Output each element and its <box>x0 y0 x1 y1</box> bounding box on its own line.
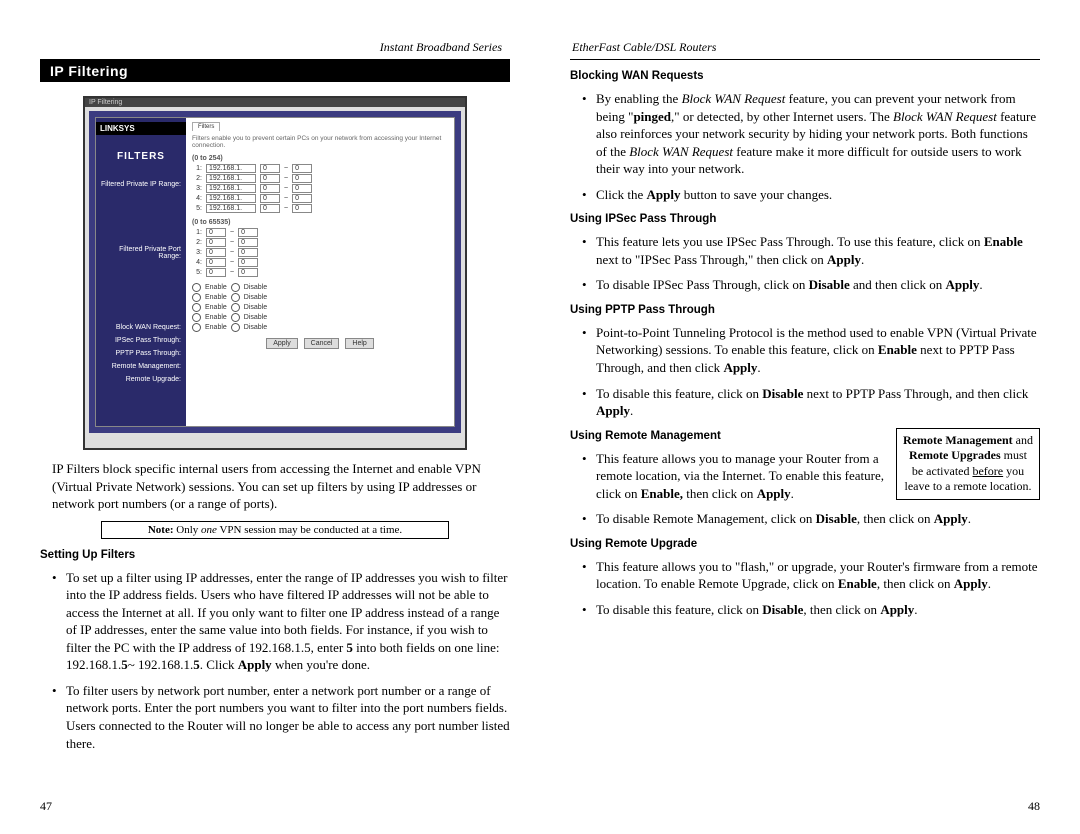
ip-from-3[interactable]: 192.168.1. <box>206 184 256 193</box>
disable-label: Disable <box>244 284 267 291</box>
ip-to-1-oct[interactable]: 0 <box>292 164 312 173</box>
ip-from-1-oct[interactable]: 0 <box>260 164 280 173</box>
heading-pptp: Using PPTP Pass Through <box>570 304 1040 316</box>
filters-heading: FILTERS <box>96 141 186 178</box>
ip-from-3-oct[interactable]: 0 <box>260 184 280 193</box>
port-to-4[interactable]: 0 <box>238 258 258 267</box>
bullet-port-filter: To filter users by network port number, … <box>56 682 510 752</box>
bullet-rmgmt-disable: To disable Remote Management, click on D… <box>586 510 1040 528</box>
bullet-block-wan-apply: Click the Apply button to save your chan… <box>586 186 1040 204</box>
tab-filters[interactable]: Filters <box>192 122 220 131</box>
bullet-block-wan-desc: By enabling the Block WAN Request featur… <box>586 90 1040 178</box>
heading-remote-upg: Using Remote Upgrade <box>570 538 1040 550</box>
heading-block-wan: Blocking WAN Requests <box>570 70 1040 82</box>
pptp-enable-radio[interactable] <box>192 303 201 312</box>
side-ip-range: Filtered Private IP Range: <box>96 178 186 191</box>
bullet-pptp-disable: To disable this feature, click on Disabl… <box>586 385 1040 420</box>
bullet-pptp-enable: Point-to-Point Tunneling Protocol is the… <box>586 324 1040 377</box>
ip-to-4-oct[interactable]: 0 <box>292 194 312 203</box>
page-number-left: 47 <box>40 799 52 814</box>
bullet-ipsec-enable: This feature lets you use IPSec Pass Thr… <box>586 233 1040 268</box>
ip-from-5[interactable]: 192.168.1. <box>206 204 256 213</box>
intro-para: IP Filters block specific internal users… <box>52 460 498 513</box>
header-rule-right <box>570 59 1040 60</box>
side-remote-upg: Remote Upgrade: <box>96 373 186 386</box>
embedded-screenshot: IP Filtering LINKSYS FILTERS Filtered Pr… <box>83 96 467 450</box>
bullet-ip-filter: To set up a filter using IP addresses, e… <box>56 569 510 674</box>
block-wan-enable-radio[interactable] <box>192 283 201 292</box>
section-bar: IP Filtering <box>40 60 510 82</box>
remote-upg-enable-radio[interactable] <box>192 323 201 332</box>
ip-from-2-oct[interactable]: 0 <box>260 174 280 183</box>
page-left: Instant Broadband Series IP Filtering IP… <box>40 40 540 804</box>
pptp-disable-radio[interactable] <box>231 303 240 312</box>
manual-spread: Instant Broadband Series IP Filtering IP… <box>0 0 1080 834</box>
port-from-2[interactable]: 0 <box>206 238 226 247</box>
port-range-subhead: (0 to 65535) <box>192 219 448 226</box>
bullet-rupg-disable: To disable this feature, click on Disabl… <box>586 601 1040 619</box>
note-box: Note: Only one VPN session may be conduc… <box>101 521 449 539</box>
port-from-3[interactable]: 0 <box>206 248 226 257</box>
port-from-5[interactable]: 0 <box>206 268 226 277</box>
help-button[interactable]: Help <box>345 338 373 349</box>
logo-badge: LINKSYS <box>96 122 186 135</box>
remote-mgmt-enable-radio[interactable] <box>192 313 201 322</box>
note-label: Note: <box>148 524 174 536</box>
port-to-1[interactable]: 0 <box>238 228 258 237</box>
heading-setting-up: Setting Up Filters <box>40 549 510 561</box>
port-to-3[interactable]: 0 <box>238 248 258 257</box>
window-titlebar: IP Filtering <box>85 98 465 107</box>
remote-upg-disable-radio[interactable] <box>231 323 240 332</box>
enable-label: Enable <box>205 284 227 291</box>
bullet-ipsec-disable: To disable IPSec Pass Through, click on … <box>586 276 1040 294</box>
port-from-4[interactable]: 0 <box>206 258 226 267</box>
page-number-right: 48 <box>1028 799 1040 814</box>
panel-description: Filters enable you to prevent certain PC… <box>192 135 448 149</box>
side-remote-mgmt: Remote Management: <box>96 360 186 373</box>
series-header-right: EtherFast Cable/DSL Routers <box>570 40 1040 55</box>
ip-to-5-oct[interactable]: 0 <box>292 204 312 213</box>
series-header-left: Instant Broadband Series <box>40 40 510 55</box>
ip-from-4[interactable]: 192.168.1. <box>206 194 256 203</box>
heading-ipsec: Using IPSec Pass Through <box>570 213 1040 225</box>
ipsec-disable-radio[interactable] <box>231 293 240 302</box>
ipsec-enable-radio[interactable] <box>192 293 201 302</box>
block-wan-disable-radio[interactable] <box>231 283 240 292</box>
side-port-range: Filtered Private Port Range: <box>96 243 186 263</box>
remote-mgmt-disable-radio[interactable] <box>231 313 240 322</box>
apply-button[interactable]: Apply <box>266 338 298 349</box>
ip-from-2[interactable]: 192.168.1. <box>206 174 256 183</box>
side-ipsec: IPSec Pass Through: <box>96 334 186 347</box>
side-pptp: PPTP Pass Through: <box>96 347 186 360</box>
side-block-wan: Block WAN Request: <box>96 321 186 334</box>
cancel-button[interactable]: Cancel <box>304 338 340 349</box>
port-to-2[interactable]: 0 <box>238 238 258 247</box>
bullet-rmgmt-enable: This feature allows you to manage your R… <box>586 450 1040 503</box>
bullet-rupg-enable: This feature allows you to "flash," or u… <box>586 558 1040 593</box>
page-right: EtherFast Cable/DSL Routers Blocking WAN… <box>540 40 1040 804</box>
port-from-1[interactable]: 0 <box>206 228 226 237</box>
ip-from-1[interactable]: 192.168.1. <box>206 164 256 173</box>
ip-from-5-oct[interactable]: 0 <box>260 204 280 213</box>
ip-from-4-oct[interactable]: 0 <box>260 194 280 203</box>
ip-range-subhead: (0 to 254) <box>192 155 448 162</box>
ip-to-2-oct[interactable]: 0 <box>292 174 312 183</box>
port-to-5[interactable]: 0 <box>238 268 258 277</box>
ip-to-3-oct[interactable]: 0 <box>292 184 312 193</box>
